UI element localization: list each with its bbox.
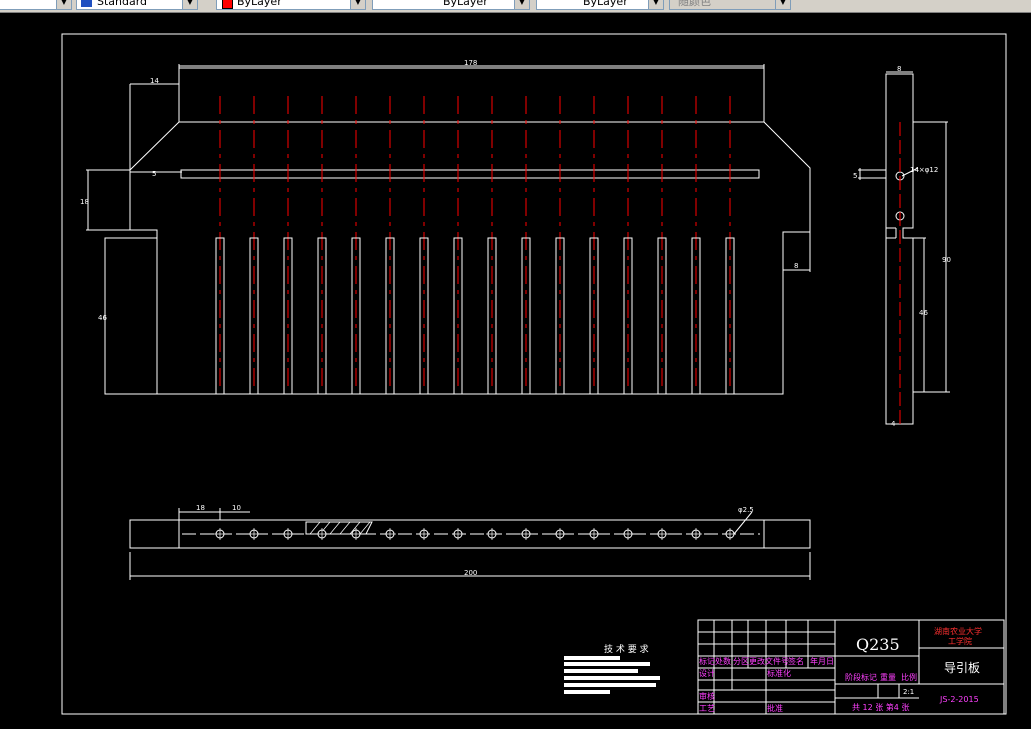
inner-slot [180,169,760,179]
tb-r3-0: 审核 [699,691,715,701]
dim-bottom-pitch1: 18 [196,504,205,512]
scale-value: 2:1 [903,688,914,696]
tb-r1-4: 签名 [788,656,804,666]
dim-slot-w: 5 [152,170,156,178]
text-style-value: Standard [97,0,148,8]
chevron-down-icon[interactable]: ▼ [182,0,197,9]
tb-r2-2: 标准化 [767,668,791,678]
drawing-canvas[interactable]: 技 术 要 求 178 14 5 18 46 8 8 5 90 46 4 14×… [0,12,1031,729]
school-name: 湖南农业大学 [934,626,982,636]
cad-drawing[interactable]: 技 术 要 求 178 14 5 18 46 8 8 5 90 46 4 14×… [0,12,1031,729]
slot-center-lines [219,96,731,392]
tb-r1-5: 年月日 [810,656,834,666]
school-sub: 工学院 [948,636,972,646]
chevron-down-icon[interactable]: ▼ [56,0,71,9]
color-value: ByLayer [237,0,282,8]
dim-top-length: 178 [464,59,477,67]
linetype-combo[interactable]: ByLayer ▼ [372,0,530,10]
color-combo[interactable]: ByLayer ▼ [216,0,366,10]
dim-left-step: 14 [150,77,159,85]
dim-hole-callout: 14×φ12 [910,166,938,174]
dim-side-small: 5 [853,172,857,180]
linetype-value: ByLayer [443,0,488,8]
material-label: Q235 [856,635,900,654]
tb-r1-2: 分区 [733,657,749,666]
dim-side-lower: 46 [919,309,928,317]
layer-combo[interactable]: ▼ [0,0,72,10]
color-swatch [222,0,233,9]
tb-r2-6: 比例 [901,672,917,682]
tb-r4-2: 批准 [767,703,783,713]
dim-right-notch: 8 [794,262,798,270]
text-style-icon [81,0,92,7]
lineweight-value: ByLayer [583,0,628,8]
tb-r2-4: 阶段标记 [845,672,877,682]
sheet-count: 共 12 张 第4 张 [852,702,909,712]
dim-bottom-pitch2: 10 [232,504,241,512]
dim-bottom-length: 200 [464,569,477,577]
chevron-down-icon[interactable]: ▼ [775,0,790,9]
drawing-frame [61,33,1007,715]
tb-r2-5: 重量 [880,672,896,682]
chevron-down-icon[interactable]: ▼ [350,0,365,9]
dim-left-h: 18 [80,198,89,206]
dim-hole-diam: φ2.5 [738,506,754,514]
plotstyle-combo[interactable]: 随颜色 ▼ [669,0,791,10]
part-name: 导引板 [944,661,980,675]
tech-requirements: 技 术 要 求 [564,643,660,694]
tech-title: 技 术 要 求 [604,643,649,655]
tb-r1-0: 标记 [699,656,715,666]
dim-body-h: 46 [98,314,107,322]
dim-side-total: 90 [942,256,951,264]
tb-r2-0: 设计 [699,668,715,678]
guide-teeth [215,237,735,395]
dim-side-top: 8 [897,65,901,73]
dim-side-bottom: 4 [891,420,896,428]
plotstyle-value: 随颜色 [678,0,711,8]
chevron-down-icon[interactable]: ▼ [514,0,529,9]
chevron-down-icon[interactable]: ▼ [648,0,663,9]
tb-r1-3: 更改文件号 [749,656,789,666]
drawing-number: JS-2-2015 [939,695,979,704]
lineweight-combo[interactable]: ByLayer ▼ [536,0,664,10]
tb-r1-1: 处数 [715,656,731,666]
text-style-combo[interactable]: Standard ▼ [76,0,198,10]
tb-r4-0: 工艺 [699,704,715,713]
